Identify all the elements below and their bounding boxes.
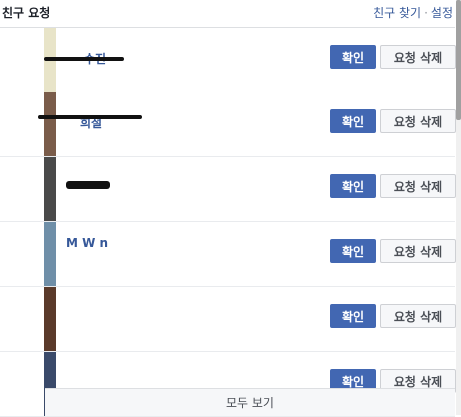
- delete-request-button[interactable]: 요청 삭제: [380, 109, 456, 133]
- redaction-mark: [44, 57, 124, 61]
- delete-request-button[interactable]: 요청 삭제: [380, 304, 456, 328]
- requester-name[interactable]: M W n: [66, 236, 108, 250]
- header-links: 친구 찾기 · 설정: [373, 4, 453, 21]
- request-row: 확인 요청 삭제: [0, 287, 456, 352]
- request-row: 확인 요청 삭제: [0, 157, 456, 222]
- scrollbar[interactable]: [456, 0, 461, 415]
- see-all-button[interactable]: 모두 보기: [45, 388, 455, 416]
- avatar[interactable]: [44, 92, 56, 156]
- redaction-mark: [38, 115, 142, 119]
- confirm-button[interactable]: 확인: [330, 109, 376, 133]
- delete-request-button[interactable]: 요청 삭제: [380, 45, 456, 69]
- confirm-button[interactable]: 확인: [330, 45, 376, 69]
- request-row: 수진 확인 요청 삭제: [0, 28, 456, 93]
- link-separator: ·: [424, 6, 428, 20]
- page-title: 친구 요청: [2, 6, 51, 20]
- settings-link[interactable]: 설정: [431, 6, 453, 20]
- avatar[interactable]: [44, 157, 56, 221]
- redaction-mark: [66, 181, 110, 189]
- confirm-button[interactable]: 확인: [330, 239, 376, 263]
- request-row: 희철 확인 요청 삭제: [0, 92, 456, 157]
- confirm-button[interactable]: 확인: [330, 304, 376, 328]
- avatar[interactable]: [44, 287, 56, 351]
- delete-request-button[interactable]: 요청 삭제: [380, 174, 456, 198]
- confirm-button[interactable]: 확인: [330, 174, 376, 198]
- find-friends-link[interactable]: 친구 찾기: [373, 6, 421, 20]
- request-row: M W n 확인 요청 삭제: [0, 222, 456, 287]
- scrollbar-thumb[interactable]: [456, 0, 461, 120]
- avatar[interactable]: [44, 222, 56, 286]
- delete-request-button[interactable]: 요청 삭제: [380, 239, 456, 263]
- friend-requests-header: 친구 요청 친구 찾기 · 설정: [0, 0, 455, 28]
